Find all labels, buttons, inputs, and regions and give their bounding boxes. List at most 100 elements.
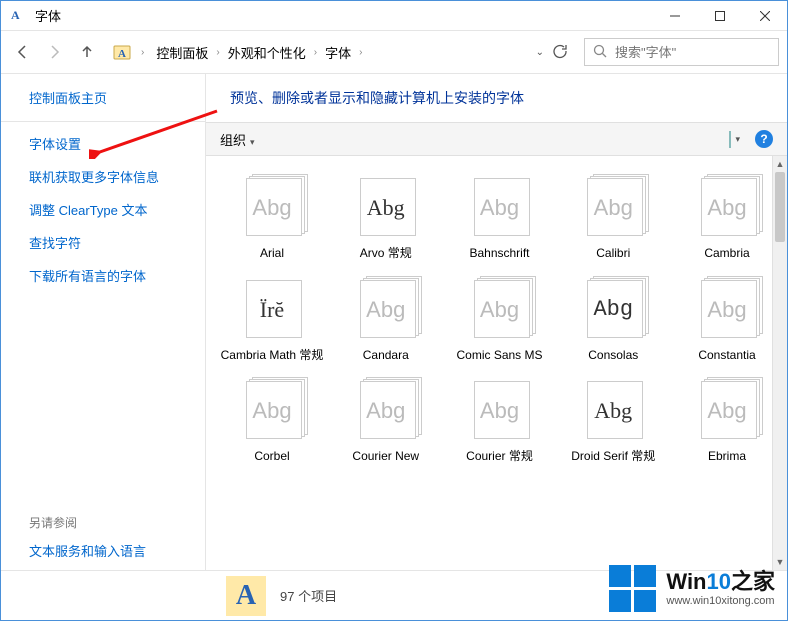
scroll-down-button[interactable]: ▼ — [773, 554, 787, 570]
watermark-url: www.win10xitong.com — [666, 595, 775, 607]
forward-button[interactable] — [41, 38, 69, 66]
font-preview: Abg — [687, 373, 767, 445]
breadcrumb-item[interactable]: 字体 — [321, 41, 355, 64]
font-preview: Abg — [687, 170, 767, 242]
font-item[interactable]: AbgCourier New — [330, 369, 442, 465]
window-title: 字体 — [35, 6, 652, 25]
help-button[interactable]: ? — [755, 130, 773, 148]
font-grid: AbgArialAbgArvo 常规AbgBahnschriftAbgCalib… — [206, 156, 787, 475]
font-glyph: Abg — [480, 398, 519, 424]
font-label: Comic Sans MS — [456, 344, 542, 364]
font-item[interactable]: Abg Cambria — [671, 166, 783, 262]
search-icon — [593, 44, 607, 61]
breadcrumb-item[interactable]: 控制面板 — [152, 41, 212, 64]
font-label: Calibri — [596, 242, 630, 262]
font-label: Bahnschrift — [469, 242, 529, 262]
font-item[interactable]: AbgComic Sans MS — [444, 268, 556, 364]
view-options-button[interactable] — [729, 132, 745, 147]
navigation-bar: A › 控制面板›外观和个性化›字体› ⌄ — [1, 31, 787, 73]
content-area: 预览、删除或者显示和隐藏计算机上安装的字体 组织 ? AbgArialAbgAr… — [206, 74, 787, 570]
vertical-scrollbar[interactable]: ▲ ▼ — [772, 156, 787, 570]
font-label: Droid Serif 常规 — [571, 445, 655, 465]
maximize-button[interactable] — [697, 1, 742, 31]
address-dropdown-icon[interactable]: ⌄ — [536, 47, 544, 58]
chevron-right-icon[interactable]: › — [139, 47, 146, 58]
font-glyph: Abg — [593, 297, 633, 322]
page-heading: 预览、删除或者显示和隐藏计算机上安装的字体 — [206, 74, 787, 122]
font-glyph: Abg — [594, 398, 632, 424]
font-item[interactable]: Abg Droid Serif 常规 — [557, 369, 669, 465]
close-button[interactable] — [742, 1, 787, 31]
font-item[interactable]: Abg Bahnschrift — [444, 166, 556, 262]
font-glyph: Abg — [594, 195, 633, 221]
font-item[interactable]: ÏrĕCambria Math 常规 — [216, 268, 328, 364]
item-count: 97 个项目 — [280, 586, 337, 605]
font-label: Cambria Math 常规 — [221, 344, 324, 364]
status-folder-icon: A — [226, 576, 266, 616]
font-item[interactable]: Abg Ebrima — [671, 369, 783, 465]
font-glyph: Abg — [707, 195, 746, 221]
font-preview: Abg — [573, 373, 653, 445]
sidebar-link-1[interactable]: 联机获取更多字体信息 — [29, 167, 187, 186]
chevron-right-icon[interactable]: › — [357, 47, 364, 58]
font-glyph: Abg — [366, 297, 405, 323]
scroll-up-button[interactable]: ▲ — [773, 156, 787, 172]
font-item[interactable]: Abg Courier 常规 — [444, 369, 556, 465]
watermark: Win10之家 www.win10xitong.com — [609, 565, 775, 612]
font-label: Ebrima — [708, 445, 746, 465]
font-label: Constantia — [698, 344, 755, 364]
font-preview: Abg — [346, 272, 426, 344]
font-item[interactable]: Abg Candara — [330, 268, 442, 364]
scroll-thumb[interactable] — [775, 172, 785, 242]
font-item[interactable]: Abg Calibri — [557, 166, 669, 262]
chevron-right-icon[interactable]: › — [214, 47, 221, 58]
minimize-button[interactable] — [652, 1, 697, 31]
font-item[interactable]: Abg Constantia — [671, 268, 783, 364]
font-preview: Abg — [460, 170, 540, 242]
fonts-app-icon: A — [11, 8, 27, 24]
font-label: Courier 常规 — [466, 445, 533, 465]
watermark-brand: Win10之家 — [666, 570, 775, 594]
sidebar-link-2[interactable]: 调整 ClearType 文本 — [29, 200, 187, 219]
sidebar-link-0[interactable]: 字体设置 — [29, 134, 187, 153]
font-preview: Abg — [573, 170, 653, 242]
refresh-button[interactable] — [552, 43, 568, 62]
font-label: Arvo 常规 — [360, 242, 412, 262]
address-icon: A — [113, 43, 131, 61]
font-preview: Abg — [346, 170, 426, 242]
font-glyph: Abg — [252, 398, 291, 424]
font-label: Candara — [363, 344, 409, 364]
search-input[interactable] — [613, 44, 788, 61]
font-preview: Abg — [573, 272, 653, 344]
font-label: Cambria — [704, 242, 749, 262]
sidebar-link-4[interactable]: 下载所有语言的字体 — [29, 266, 187, 285]
font-item[interactable]: Abg Arvo 常规 — [330, 166, 442, 262]
font-preview: Abg — [460, 272, 540, 344]
breadcrumb: 控制面板›外观和个性化›字体› — [150, 41, 531, 64]
font-preview: Abg — [232, 373, 312, 445]
font-label: Consolas — [588, 344, 638, 364]
font-item[interactable]: Abg Corbel — [216, 369, 328, 465]
see-also-heading: 另请参阅 — [29, 514, 187, 531]
organize-button[interactable]: 组织 — [220, 130, 255, 149]
sidebar-link-3[interactable]: 查找字符 — [29, 233, 187, 252]
font-item[interactable]: Abg Consolas — [557, 268, 669, 364]
title-bar: A 字体 — [1, 1, 787, 31]
font-glyph: Abg — [707, 398, 746, 424]
font-glyph: Abg — [366, 398, 405, 424]
font-glyph: Abg — [480, 195, 519, 221]
up-button[interactable] — [73, 38, 101, 66]
font-label: Corbel — [254, 445, 289, 465]
font-glyph: Abg — [707, 297, 746, 323]
svg-text:A: A — [118, 48, 126, 60]
seealso-link-0[interactable]: 文本服务和输入语言 — [29, 541, 187, 560]
chevron-right-icon[interactable]: › — [312, 47, 319, 58]
sidebar-link-home[interactable]: 控制面板主页 — [29, 88, 187, 107]
back-button[interactable] — [9, 38, 37, 66]
breadcrumb-item[interactable]: 外观和个性化 — [224, 41, 310, 64]
font-item[interactable]: AbgArial — [216, 166, 328, 262]
font-glyph: Abg — [367, 195, 405, 221]
windows-logo-icon — [609, 565, 656, 612]
search-box[interactable] — [584, 38, 779, 66]
font-preview: Abg — [232, 170, 312, 242]
